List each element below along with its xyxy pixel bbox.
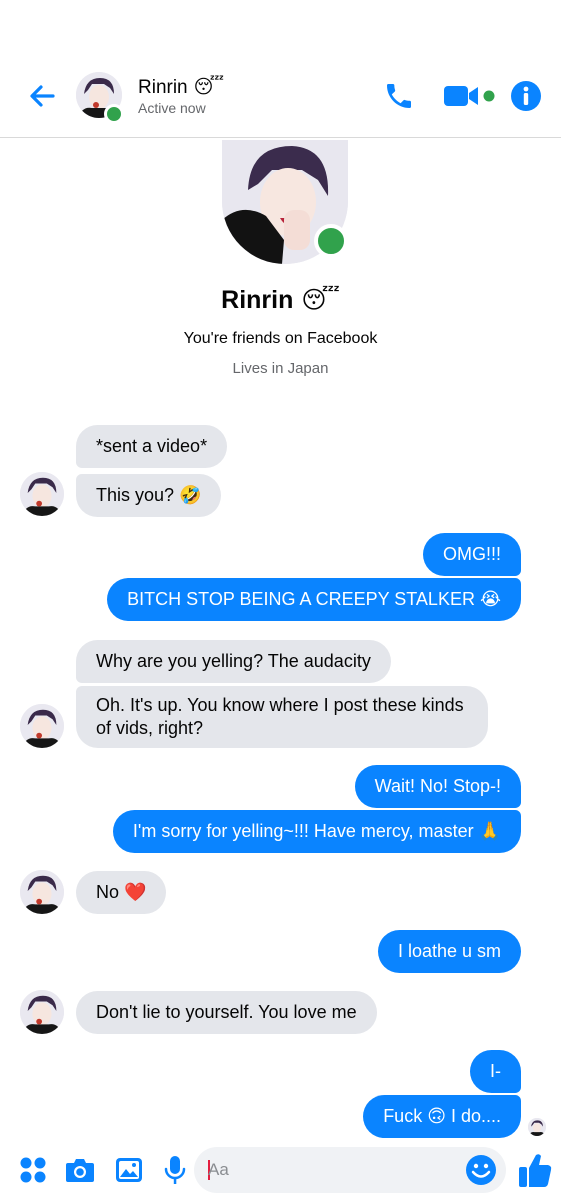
voice-call-button[interactable] (380, 78, 418, 114)
message-bubble-outgoing[interactable]: OMG!!! (423, 533, 521, 576)
friends-status: You're friends on Facebook (183, 330, 378, 347)
message-bubble-incoming[interactable]: Why are you yelling? The audacity (76, 640, 391, 683)
sender-avatar-image (20, 704, 64, 748)
video-camera-icon (444, 86, 495, 106)
sender-avatar[interactable] (20, 472, 64, 516)
message-bubble-outgoing[interactable]: I loathe u sm (377, 930, 521, 973)
message-bubble-incoming[interactable]: Don't lie to yourself. You love me (76, 991, 377, 1034)
sender-avatar-image (20, 472, 64, 516)
message-text: No ❤️ (96, 882, 147, 902)
message-bubble-incoming[interactable]: This you? 🤣 (76, 474, 222, 517)
message-bubble-outgoing[interactable]: I'm sorry for yelling~!!! Have mercy, ma… (112, 810, 521, 853)
message-text: This you? 🤣 (96, 485, 202, 505)
message-bubble-outgoing[interactable]: Wait! No! Stop-! (354, 765, 521, 808)
info-button[interactable] (508, 78, 544, 114)
emoji-button[interactable] (464, 1153, 498, 1187)
sender-avatar[interactable] (20, 990, 64, 1034)
message-text: I- (490, 1061, 501, 1081)
profile-sleeping-emoji: 😴 (301, 287, 340, 314)
message-text: BITCH STOP BEING A CREEPY STALKER 😭 (127, 589, 501, 609)
message-bubble-incoming[interactable]: Oh. It's up. You know where I post these… (76, 686, 488, 748)
message-text: *sent a video* (96, 436, 208, 456)
message-text: Wait! No! Stop-! (374, 776, 501, 796)
phone-icon (387, 84, 411, 108)
message-text: Fuck 🙃 I do.... (383, 1106, 501, 1126)
sender-avatar[interactable] (20, 870, 64, 914)
profile-online-indicator (314, 224, 348, 258)
camera-button[interactable] (63, 1152, 97, 1188)
voice-message-button[interactable] (158, 1152, 192, 1188)
message-text: OMG!!! (443, 544, 501, 564)
message-bubble-outgoing[interactable]: Fuck 🙃 I do.... (363, 1095, 521, 1138)
apps-icon (20, 1157, 46, 1183)
sender-avatar[interactable] (20, 704, 64, 748)
camera-icon (66, 1159, 94, 1182)
gallery-button[interactable] (112, 1152, 146, 1188)
message-input[interactable] (208, 1147, 448, 1193)
message-bubble-incoming[interactable]: No ❤️ (76, 871, 167, 914)
message-bubble-outgoing[interactable]: I- (470, 1050, 521, 1093)
message-text: I loathe u sm (397, 941, 501, 961)
message-bubble-incoming[interactable]: *sent a video* (76, 425, 228, 468)
message-input-container[interactable] (194, 1147, 506, 1193)
contact-name-text: Rinrin (138, 76, 188, 98)
emoji-icon (466, 1155, 496, 1185)
gallery-icon (116, 1158, 142, 1182)
apps-button[interactable] (16, 1152, 50, 1188)
read-receipt-image (528, 1118, 546, 1136)
thumbs-up-icon (519, 1154, 552, 1187)
contact-name[interactable]: Rinrin 😴 (138, 76, 224, 99)
message-text: Don't lie to yourself. You love me (96, 1002, 357, 1022)
sender-avatar-image (20, 990, 64, 1034)
location-info: Lives in Japan (232, 360, 329, 377)
message-text: Why are you yelling? The audacity (96, 651, 371, 671)
back-arrow-icon (30, 85, 55, 107)
read-receipt-avatar (528, 1118, 546, 1136)
sleeping-emoji: 😴 (193, 77, 225, 98)
profile-name-text: Rinrin (221, 286, 294, 314)
message-text: Oh. It's up. You know where I post these… (96, 695, 464, 738)
sender-avatar-image (20, 870, 64, 914)
info-icon (511, 81, 541, 111)
chat-header: Rinrin 😴 Active now (0, 0, 561, 138)
message-bubble-outgoing[interactable]: BITCH STOP BEING A CREEPY STALKER 😭 (107, 578, 521, 621)
active-status: Active now (138, 100, 206, 116)
microphone-icon (164, 1156, 186, 1184)
message-text: I'm sorry for yelling~!!! Have mercy, ma… (132, 821, 501, 841)
profile-name: Rinrin 😴 (0, 286, 561, 315)
video-call-button[interactable] (442, 80, 498, 112)
like-button[interactable] (516, 1150, 554, 1190)
online-indicator (104, 104, 124, 124)
back-button[interactable] (24, 78, 60, 114)
